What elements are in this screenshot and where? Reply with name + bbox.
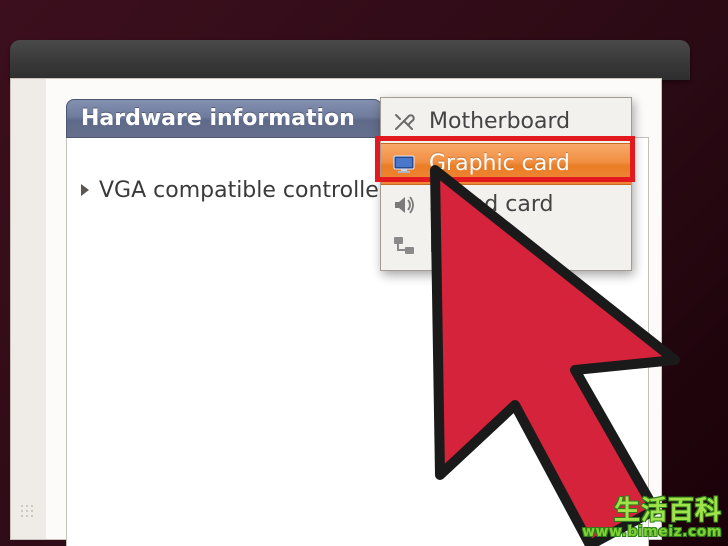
tree-row-label: VGA compatible controller (99, 178, 388, 203)
window-titlebar (10, 40, 690, 80)
watermark-line2: www.bimeiz.com (582, 525, 722, 540)
menu-item-label: Graphic card (429, 150, 570, 179)
hardware-information-tab[interactable]: Hardware information (66, 99, 382, 138)
hardware-dropdown-menu: Motherboard Graphic card (380, 97, 632, 271)
menu-item-label: Network (429, 232, 521, 261)
stage-root: Hardware information VGA compatible cont… (0, 0, 728, 546)
expand-caret-icon[interactable] (81, 184, 89, 196)
menu-item-label: Sound card (429, 191, 553, 220)
menu-item-motherboard[interactable]: Motherboard (381, 102, 631, 143)
watermark: 生活百科 www.bimeiz.com (582, 498, 722, 540)
watermark-line1: 生活百科 (582, 498, 722, 525)
sidebar-strip (11, 79, 47, 539)
monitor-icon (391, 152, 417, 176)
menu-item-graphic-card[interactable]: Graphic card (381, 143, 631, 186)
tools-icon (391, 110, 417, 134)
speaker-icon (391, 193, 417, 217)
menu-item-network[interactable]: Network (381, 226, 631, 267)
resize-grip-icon (21, 505, 35, 519)
menu-item-label: Motherboard (429, 108, 570, 137)
network-icon (391, 234, 417, 258)
menu-item-sound-card[interactable]: Sound card (381, 185, 631, 226)
